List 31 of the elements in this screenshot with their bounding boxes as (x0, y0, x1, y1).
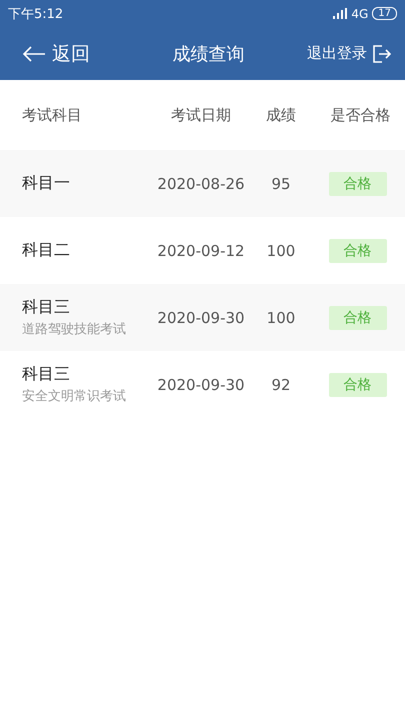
score: 100 (266, 242, 296, 260)
page-title: 成绩查询 (172, 42, 244, 66)
logout-icon (373, 44, 391, 62)
network-type: 4G (351, 6, 368, 20)
score: 95 (270, 174, 292, 192)
result-badge: 合格 (328, 372, 386, 396)
column-header: 考试科目 (22, 106, 83, 124)
result-badge: 合格 (328, 238, 386, 262)
score: 92 (270, 376, 292, 394)
column-header: 成绩 (265, 106, 297, 124)
result-badge: 合格 (328, 172, 386, 196)
back-arrow-icon (22, 46, 46, 62)
result-badge: 合格 (328, 306, 386, 330)
exam-date: 2020-09-30 (156, 376, 246, 394)
logout-button[interactable]: 退出登录 (307, 44, 391, 63)
subject-name: 科目一 (22, 173, 71, 194)
subject-note: 道路驾驶技能考试 (22, 321, 127, 338)
subject-name: 科目三 (22, 297, 71, 318)
signal-icon (333, 8, 348, 19)
subject-name: 科目三 (22, 364, 71, 385)
exam-date: 2020-09-30 (156, 308, 246, 326)
battery-level: 17 (372, 7, 397, 20)
back-button[interactable]: 返回 (22, 40, 90, 66)
exam-date: 2020-09-12 (156, 242, 246, 260)
subject-note: 安全文明常识考试 (22, 388, 127, 405)
column-header: 是否合格 (330, 106, 392, 124)
status-time: 下午5:12 (8, 6, 64, 22)
column-header: 考试日期 (170, 106, 232, 124)
subject-name: 科目二 (22, 240, 71, 261)
exam-date: 2020-08-26 (156, 174, 246, 192)
score: 100 (266, 308, 296, 326)
